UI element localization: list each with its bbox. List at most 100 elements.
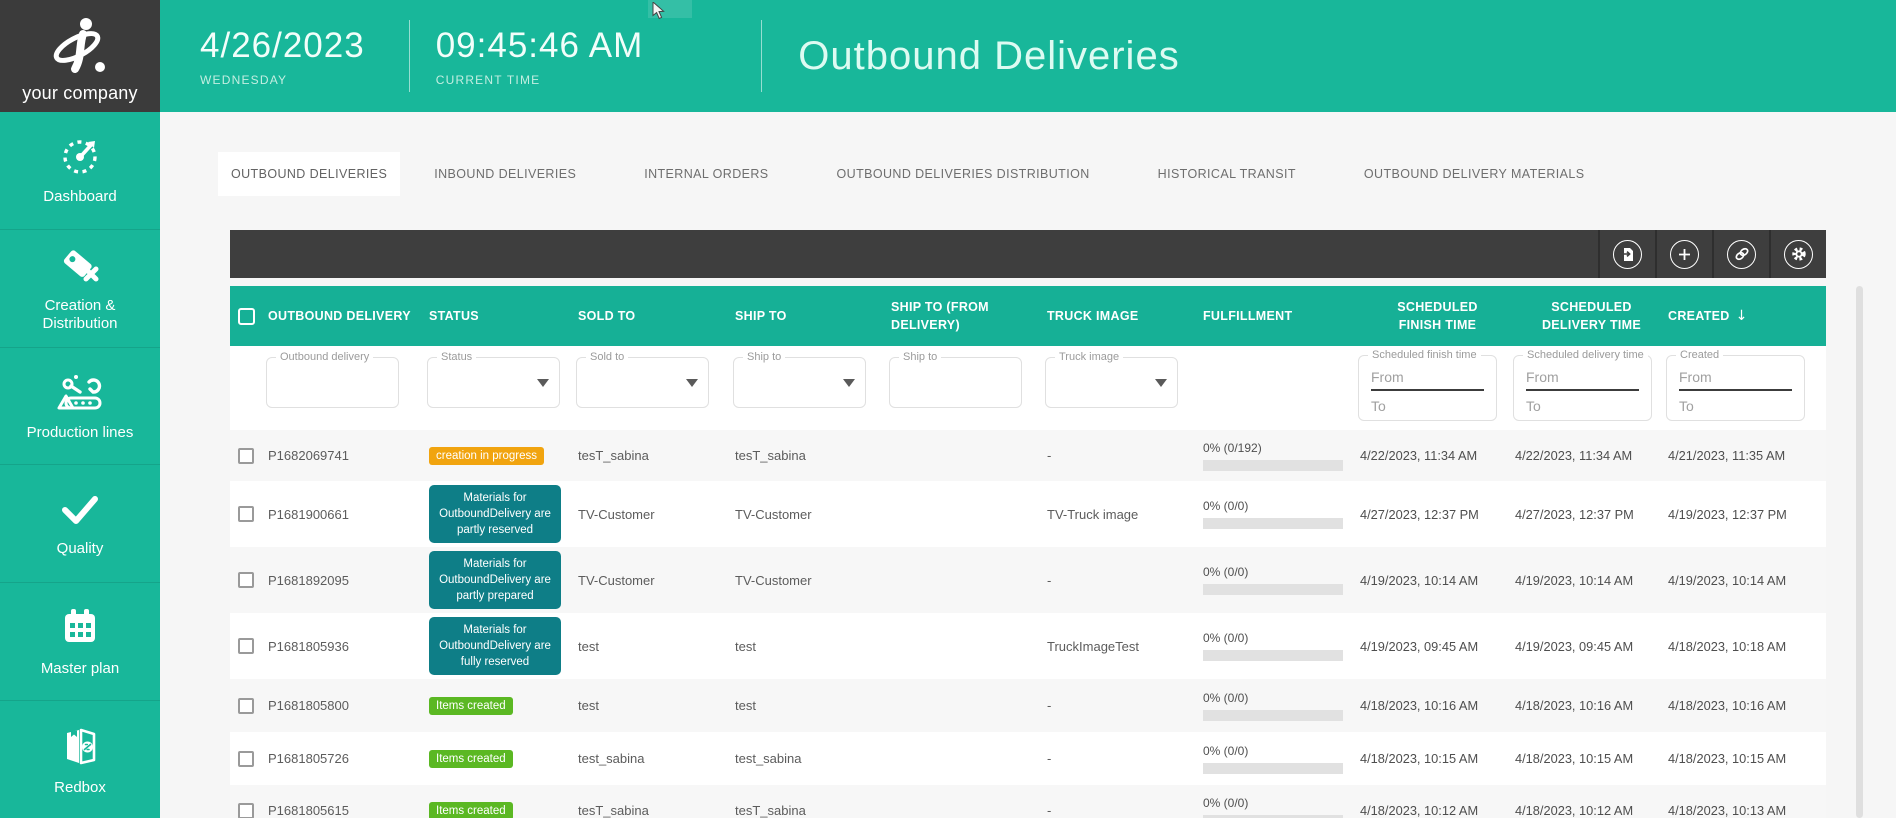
column-header-truck-image[interactable]: TRUCK IMAGE [1047,307,1203,325]
sidebar-item-production-lines[interactable]: Production lines [0,348,160,466]
table-row[interactable]: P1681892095 Materials for OutboundDelive… [230,547,1826,613]
created-value: 4/18/2023, 10:13 AM [1668,803,1826,818]
created-to-input[interactable]: To [1679,398,1792,414]
tab-internal-orders[interactable]: INTERNAL ORDERS [610,152,802,196]
ship-to-from-delivery-filter-input[interactable]: Ship to [889,357,1022,408]
sidebar-item-creation-distribution[interactable]: Creation & Distribution [0,230,160,348]
tab-outbound-deliveries[interactable]: OUTBOUND DELIVERIES [218,152,400,196]
header-divider [409,20,410,92]
table-row[interactable]: P1681805800 Items created test test - 0%… [230,679,1826,732]
tab-bar: OUTBOUND DELIVERIES INBOUND DELIVERIES I… [218,152,1618,196]
filter-label: Created [1676,349,1723,361]
select-all-checkbox[interactable] [238,308,255,325]
status-filter-dropdown[interactable]: Status [427,357,560,408]
row-checkbox[interactable] [238,572,254,588]
scheduled-delivery-value: 4/27/2023, 12:37 PM [1515,507,1668,522]
status-badge: creation in progress [429,447,544,465]
created-value: 4/18/2023, 10:18 AM [1668,639,1826,654]
outbound-delivery-id: P1681805615 [268,803,429,818]
redbox-icon [57,723,103,769]
truck-image-filter-dropdown[interactable]: Truck image [1045,357,1178,408]
row-checkbox[interactable] [238,506,254,522]
sidebar-item-redbox[interactable]: Redbox [0,701,160,818]
sold-to-filter-dropdown[interactable]: Sold to [576,357,709,408]
status-badge: Items created [429,697,513,715]
sidebar-item-label: Creation & Distribution [0,297,160,333]
weekday-label: WEDNESDAY [200,73,365,87]
table-row[interactable]: P1681805726 Items created test_sabina te… [230,732,1826,785]
column-header-sold-to[interactable]: SOLD TO [578,307,735,325]
sidebar-item-quality[interactable]: Quality [0,465,160,583]
ship-to-value: TV-Customer [735,573,891,588]
outbound-delivery-filter-input[interactable]: Outbound delivery [266,357,399,408]
fulfillment-cell: 0% (0/192) [1203,441,1360,471]
settings-button[interactable] [1769,230,1826,278]
column-header-status[interactable]: STATUS [429,307,578,325]
ship-to-value: test_sabina [735,751,891,766]
row-checkbox[interactable] [238,803,254,818]
export-button[interactable] [1598,230,1655,278]
ship-to-value: tesT_sabina [735,448,891,463]
sidebar-item-master-plan[interactable]: Master plan [0,583,160,701]
scheduled-delivery-value: 4/18/2023, 10:16 AM [1515,698,1668,713]
table-row[interactable]: P1681805936 Materials for OutboundDelive… [230,613,1826,679]
column-header-scheduled-finish-time[interactable]: SCHEDULED FINISH TIME [1360,298,1515,334]
table-row[interactable]: P1681805615 Items created tesT_sabina te… [230,785,1826,818]
scheduled-finish-value: 4/19/2023, 09:45 AM [1360,639,1515,654]
sold-to-value: TV-Customer [578,507,735,522]
ship-to-value: tesT_sabina [735,803,891,818]
filter-label: Ship to [743,351,785,363]
column-header-scheduled-delivery-time[interactable]: SCHEDULED DELIVERY TIME [1515,298,1668,334]
sidebar-item-dashboard[interactable]: Dashboard [0,112,160,230]
row-checkbox[interactable] [238,638,254,654]
column-header-ship-to-from-delivery[interactable]: SHIP TO (FROM DELIVERY) [891,298,1047,334]
filter-spacer [230,346,268,430]
filter-label: Scheduled delivery time [1523,349,1648,361]
scheduled-delivery-value: 4/18/2023, 10:15 AM [1515,751,1668,766]
truck-image-value: - [1047,573,1203,588]
scheduled-finish-value: 4/27/2023, 12:37 PM [1360,507,1515,522]
sold-to-value: tesT_sabina [578,448,735,463]
vertical-scrollbar[interactable] [1856,286,1863,818]
add-button[interactable] [1655,230,1712,278]
sidebar-item-label: Master plan [35,660,125,678]
ship-to-filter-dropdown[interactable]: Ship to [733,357,866,408]
current-time-label: CURRENT TIME [436,73,644,87]
quality-icon [57,490,103,530]
fulfillment-cell: 0% (0/0) [1203,744,1360,774]
scheduled-delivery-from-input[interactable]: From [1526,369,1639,391]
company-logo[interactable]: your company [0,0,160,112]
tab-outbound-deliveries-distribution[interactable]: OUTBOUND DELIVERIES DISTRIBUTION [803,152,1124,196]
gear-icon [1784,240,1813,269]
row-checkbox[interactable] [238,698,254,714]
table-row[interactable]: P1681900661 Materials for OutboundDelive… [230,481,1826,547]
table-row[interactable]: P1682069741 creation in progress tesT_sa… [230,430,1826,481]
row-checkbox[interactable] [238,448,254,464]
filter-label: Outbound delivery [276,351,373,363]
tab-outbound-delivery-materials[interactable]: OUTBOUND DELIVERY MATERIALS [1330,152,1619,196]
created-from-input[interactable]: From [1679,369,1792,391]
sidebar-item-label: Dashboard [37,188,122,206]
dashboard-icon [58,134,102,178]
link-button[interactable] [1712,230,1769,278]
scheduled-finish-from-input[interactable]: From [1371,369,1484,391]
fulfillment-progress-bar [1203,584,1343,595]
column-header-ship-to[interactable]: SHIP TO [735,307,891,325]
row-checkbox[interactable] [238,751,254,767]
top-header-bar: 4/26/2023 WEDNESDAY 09:45:46 AM CURRENT … [160,0,1896,112]
chevron-down-icon [686,379,698,387]
scheduled-delivery-to-input[interactable]: To [1526,398,1639,414]
scheduled-finish-to-input[interactable]: To [1371,398,1484,414]
table-toolbar [230,230,1826,278]
fulfillment-progress-bar [1203,710,1343,721]
column-header-outbound-delivery[interactable]: OUTBOUND DELIVERY [268,307,429,325]
tab-historical-transit[interactable]: HISTORICAL TRANSIT [1124,152,1330,196]
column-header-created[interactable]: CREATED ↓ [1668,306,1826,326]
table-body: P1682069741 creation in progress tesT_sa… [230,430,1826,818]
chevron-down-icon [1155,379,1167,387]
fulfillment-cell: 0% (0/0) [1203,499,1360,529]
table-header-row: OUTBOUND DELIVERY STATUS SOLD TO SHIP TO… [230,286,1826,346]
tab-inbound-deliveries[interactable]: INBOUND DELIVERIES [400,152,610,196]
column-header-fulfillment[interactable]: FULFILLMENT [1203,307,1360,325]
fulfillment-value: 0% (0/0) [1203,796,1350,810]
